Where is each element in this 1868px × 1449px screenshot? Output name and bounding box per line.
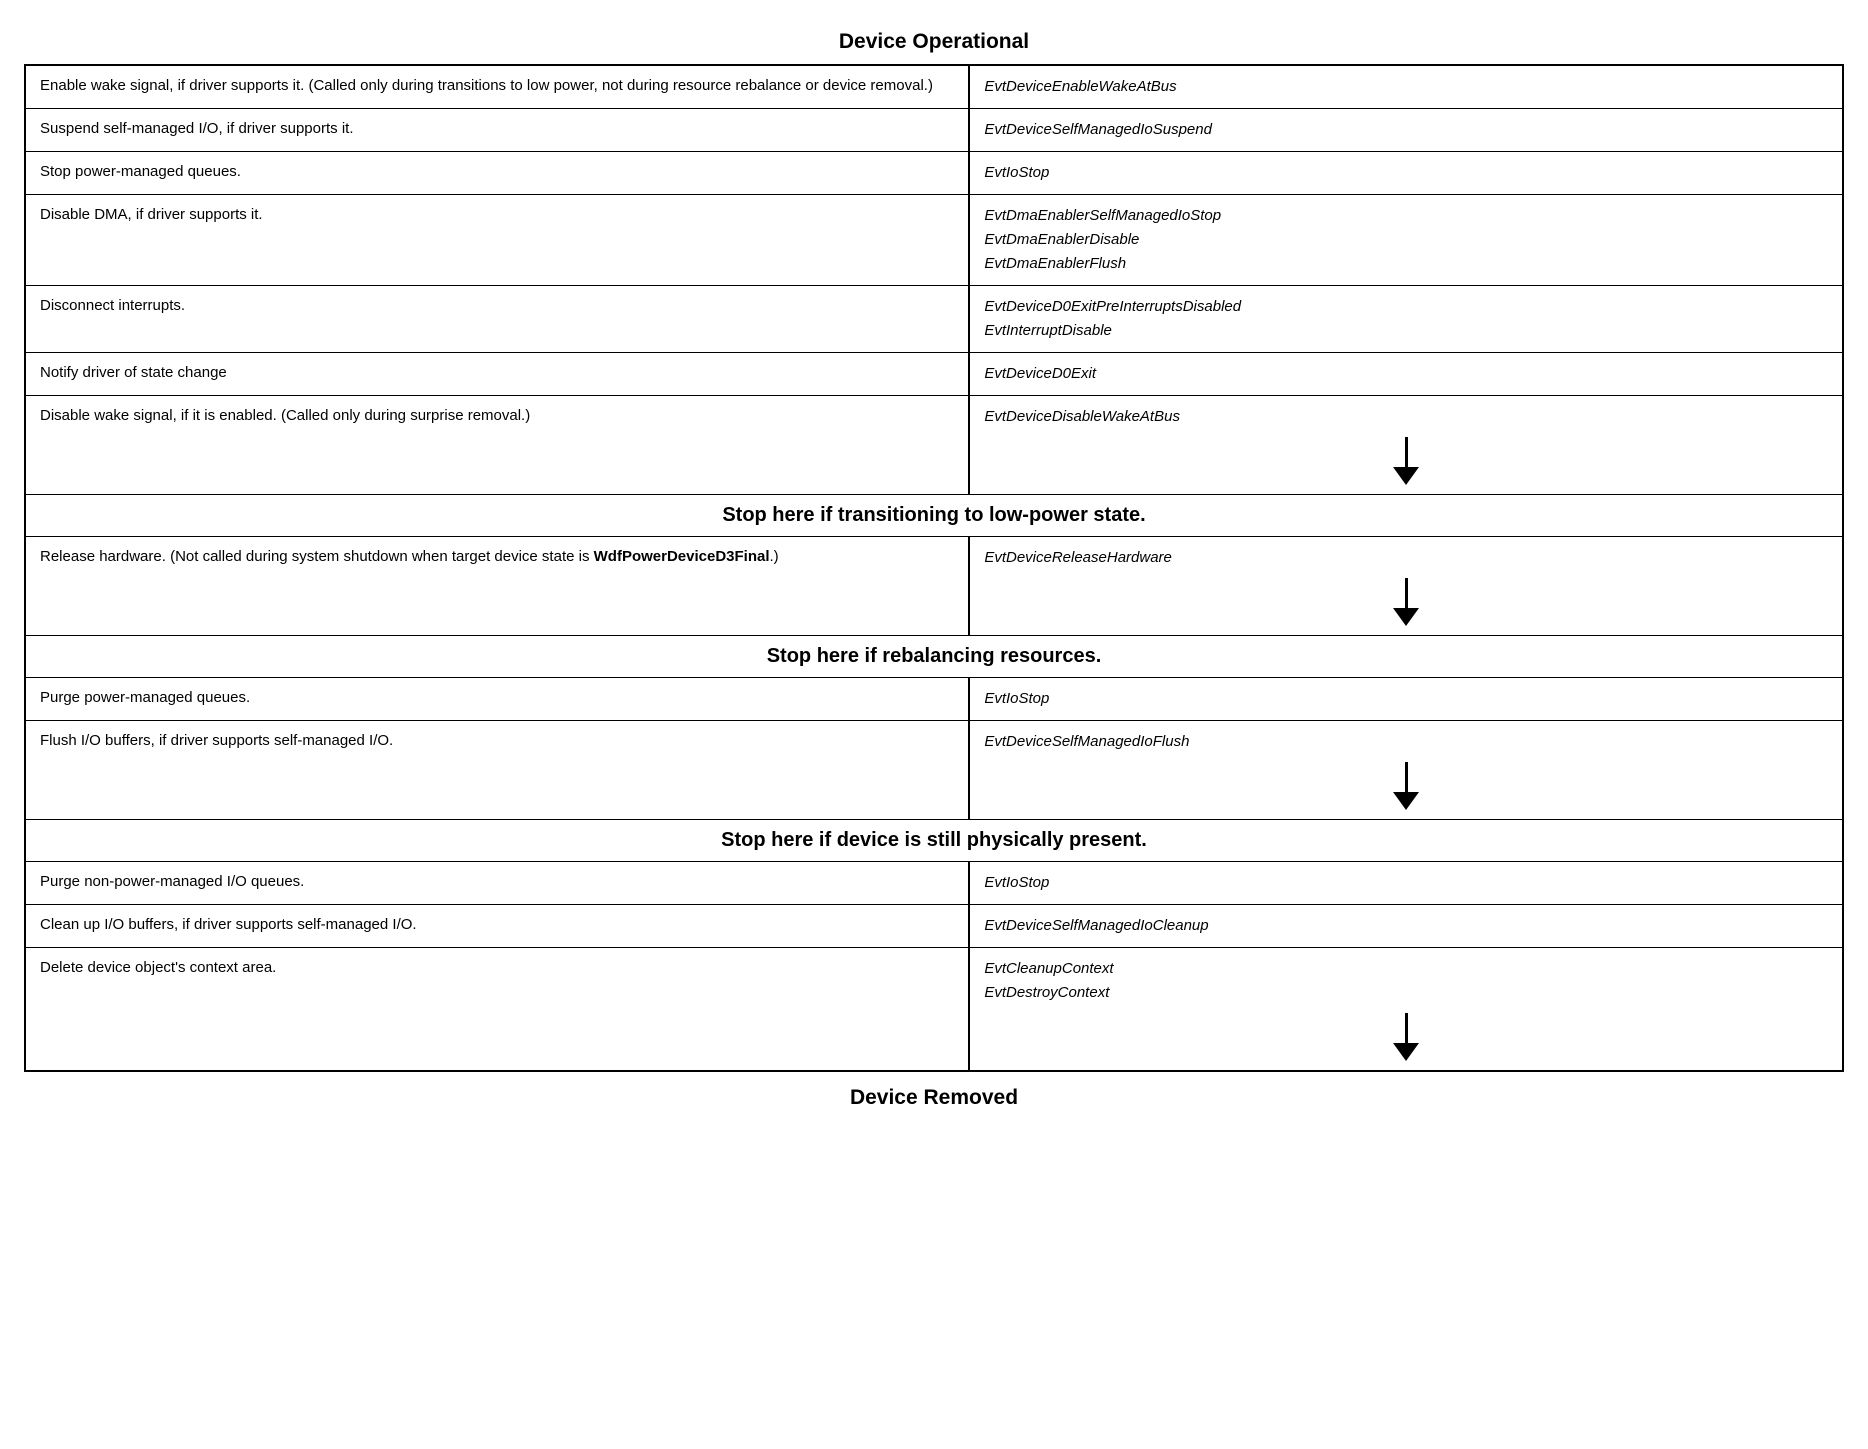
arrow-line	[1405, 437, 1408, 467]
row1-right: EvtDeviceEnableWakeAtBus	[970, 66, 1842, 108]
table-row: Stop power-managed queues. EvtIoStop	[26, 152, 1842, 195]
group4-row1-right: EvtIoStop	[970, 862, 1842, 904]
page-footer: Device Removed	[24, 1076, 1844, 1120]
group4-row2-right: EvtDeviceSelfManagedIoCleanup	[970, 905, 1842, 947]
page-title: Device Operational	[24, 20, 1844, 64]
arrowhead-icon-3	[1393, 792, 1419, 810]
table-row: Flush I/O buffers, if driver supports se…	[26, 721, 1842, 820]
stop2-title: Stop here if rebalancing resources.	[26, 636, 1842, 677]
row4-right: EvtDmaEnablerSelfManagedIoStop EvtDmaEna…	[970, 195, 1842, 285]
stop1-title: Stop here if transitioning to low-power …	[26, 495, 1842, 536]
arrow-line-3	[1405, 762, 1408, 792]
table-row: Purge non-power-managed I/O queues. EvtI…	[26, 862, 1842, 905]
row5-right: EvtDeviceD0ExitPreInterruptsDisabled Evt…	[970, 286, 1842, 352]
row3-left: Stop power-managed queues.	[26, 152, 970, 194]
row4-left: Disable DMA, if driver supports it.	[26, 195, 970, 285]
arrow-line-4	[1405, 1013, 1408, 1043]
arrowhead-icon	[1393, 467, 1419, 485]
group4-row2-left: Clean up I/O buffers, if driver supports…	[26, 905, 970, 947]
table-row: Suspend self-managed I/O, if driver supp…	[26, 109, 1842, 152]
row1-left: Enable wake signal, if driver supports i…	[26, 66, 970, 108]
stop-section-3: Stop here if device is still physically …	[26, 820, 1842, 862]
group2-row1-left: Release hardware. (Not called during sys…	[26, 537, 970, 635]
group3-row1-right: EvtIoStop	[970, 678, 1842, 720]
arrowhead-icon-4	[1393, 1043, 1419, 1061]
row2-right: EvtDeviceSelfManagedIoSuspend	[970, 109, 1842, 151]
table-row: Disable wake signal, if it is enabled. (…	[26, 396, 1842, 495]
table-row: Notify driver of state change EvtDeviceD…	[26, 353, 1842, 396]
row6-right: EvtDeviceD0Exit	[970, 353, 1842, 395]
table-row: Enable wake signal, if driver supports i…	[26, 66, 1842, 109]
row5-left: Disconnect interrupts.	[26, 286, 970, 352]
stop-section-2: Stop here if rebalancing resources.	[26, 636, 1842, 678]
group3-row2-right: EvtDeviceSelfManagedIoFlush	[970, 721, 1842, 819]
group4-row3-left: Delete device object's context area.	[26, 948, 970, 1070]
group3-row1-left: Purge power-managed queues.	[26, 678, 970, 720]
row7-left: Disable wake signal, if it is enabled. (…	[26, 396, 970, 494]
group2-row1-right: EvtDeviceReleaseHardware	[970, 537, 1842, 635]
row7-right: EvtDeviceDisableWakeAtBus	[970, 396, 1842, 494]
group4-row3-right: EvtCleanupContext EvtDestroyContext	[970, 948, 1842, 1070]
table-row: Delete device object's context area. Evt…	[26, 948, 1842, 1070]
group4-row1-left: Purge non-power-managed I/O queues.	[26, 862, 970, 904]
table-row: Purge power-managed queues. EvtIoStop	[26, 678, 1842, 721]
bold-text: WdfPowerDeviceD3Final	[594, 548, 770, 565]
arrowhead-icon-2	[1393, 608, 1419, 626]
arrow-line-2	[1405, 578, 1408, 608]
table-row: Clean up I/O buffers, if driver supports…	[26, 905, 1842, 948]
table-row: Disable DMA, if driver supports it. EvtD…	[26, 195, 1842, 286]
row6-left: Notify driver of state change	[26, 353, 970, 395]
stop3-title: Stop here if device is still physically …	[26, 820, 1842, 861]
row3-right: EvtIoStop	[970, 152, 1842, 194]
stop-section-1: Stop here if transitioning to low-power …	[26, 495, 1842, 537]
table-row: Disconnect interrupts. EvtDeviceD0ExitPr…	[26, 286, 1842, 353]
group3-row2-left: Flush I/O buffers, if driver supports se…	[26, 721, 970, 819]
table-row: Release hardware. (Not called during sys…	[26, 537, 1842, 636]
row2-left: Suspend self-managed I/O, if driver supp…	[26, 109, 970, 151]
